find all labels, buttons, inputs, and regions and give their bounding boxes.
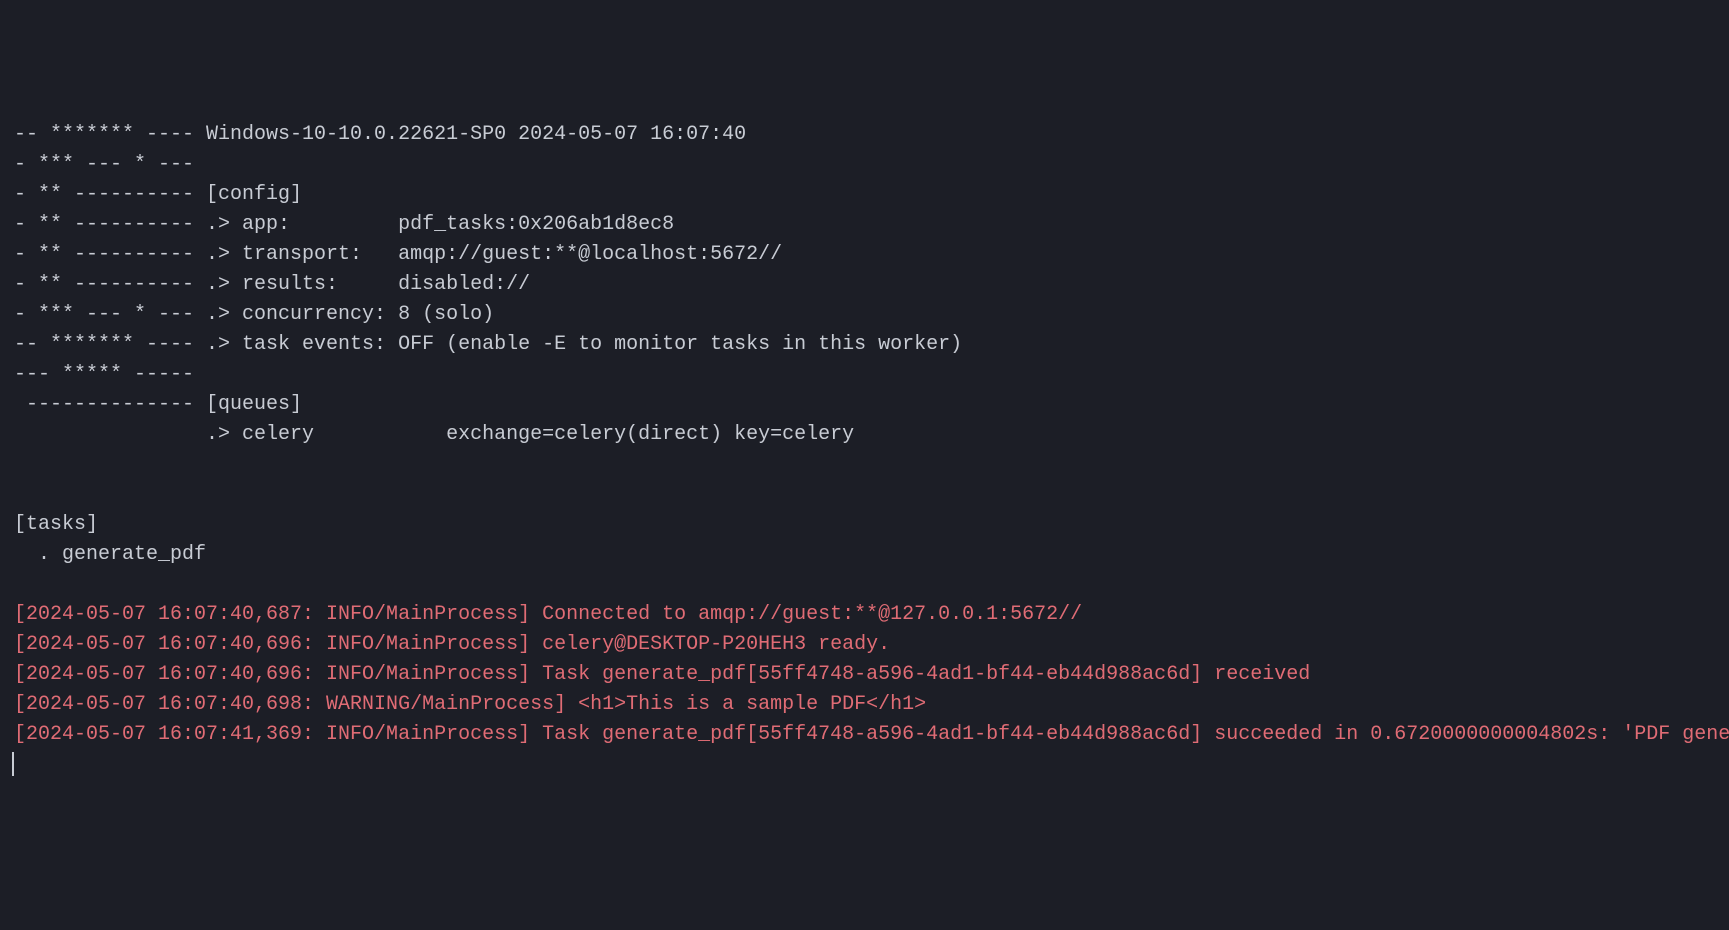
log-line-task-succeeded: [2024-05-07 16:07:41,369: INFO/MainProce… [14, 720, 1715, 750]
log-line-ready: [2024-05-07 16:07:40,696: INFO/MainProce… [14, 630, 1715, 660]
task-item: . generate_pdf [14, 540, 1715, 570]
banner-line-art: --- ***** ----- [14, 360, 1715, 390]
banner-line-transport: - ** ---------- .> transport: amqp://gue… [14, 240, 1715, 270]
blank-line [14, 450, 1715, 480]
log-line-task-received: [2024-05-07 16:07:40,696: INFO/MainProce… [14, 660, 1715, 690]
blank-line [14, 570, 1715, 600]
log-line-connected: [2024-05-07 16:07:40,687: INFO/MainProce… [14, 600, 1715, 630]
blank-line [14, 480, 1715, 510]
prompt-line[interactable] [14, 750, 1715, 780]
banner-line-platform: -- ******* ---- Windows-10-10.0.22621-SP… [14, 120, 1715, 150]
banner-line-queue-celery: .> celery exchange=celery(direct) key=ce… [14, 420, 1715, 450]
log-line-warning: [2024-05-07 16:07:40,698: WARNING/MainPr… [14, 690, 1715, 720]
cursor-icon [12, 752, 14, 776]
banner-line-config-header: - ** ---------- [config] [14, 180, 1715, 210]
banner-line-app: - ** ---------- .> app: pdf_tasks:0x206a… [14, 210, 1715, 240]
banner-line-task-events: -- ******* ---- .> task events: OFF (ena… [14, 330, 1715, 360]
tasks-header: [tasks] [14, 510, 1715, 540]
banner-line-art: - *** --- * --- [14, 150, 1715, 180]
banner-line-queues-header: -------------- [queues] [14, 390, 1715, 420]
banner-line-concurrency: - *** --- * --- .> concurrency: 8 (solo) [14, 300, 1715, 330]
banner-line-results: - ** ---------- .> results: disabled:// [14, 270, 1715, 300]
